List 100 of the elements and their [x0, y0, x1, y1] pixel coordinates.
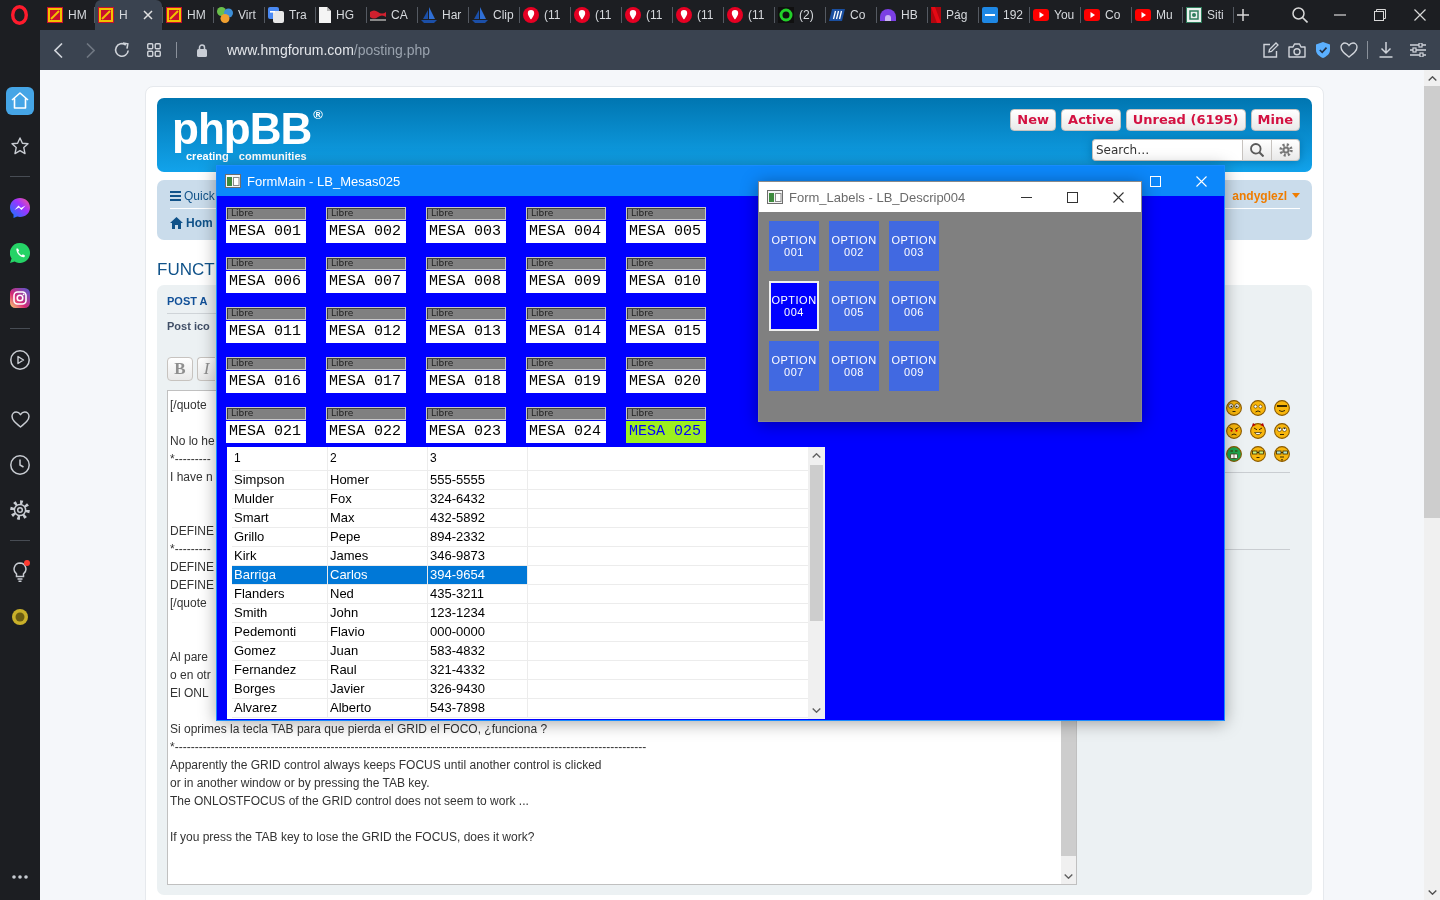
close-icon[interactable] [1112, 191, 1124, 203]
column-header[interactable]: 1 [232, 447, 328, 471]
browser-tab[interactable]: Har [418, 0, 468, 30]
search-icon[interactable] [1292, 7, 1308, 23]
shield-icon[interactable] [1316, 42, 1330, 58]
browser-tab[interactable]: (11 [622, 0, 672, 30]
column-header[interactable]: 2 [328, 447, 428, 471]
table-button[interactable]: MESA 025 [626, 421, 706, 443]
option-button[interactable]: OPTION 003 [889, 221, 939, 271]
reload-icon[interactable] [114, 42, 130, 58]
restore-icon[interactable] [1374, 9, 1386, 21]
browser-tab[interactable]: (2) [775, 0, 825, 30]
smiley-icon[interactable] [1274, 423, 1290, 439]
option-button[interactable]: OPTION 009 [889, 341, 939, 391]
option-button[interactable]: OPTION 001 [769, 221, 819, 271]
browser-tab[interactable]: 192 [979, 0, 1029, 30]
table-button[interactable]: MESA 009 [526, 271, 606, 293]
browser-tab[interactable]: Siti [1183, 0, 1233, 30]
scrollbar-thumb[interactable] [810, 465, 823, 621]
column-header[interactable]: 3 [428, 447, 528, 471]
scroll-up-icon[interactable] [1427, 75, 1437, 81]
table-button[interactable]: MESA 022 [326, 421, 406, 443]
quick-link-button[interactable]: Active [1061, 109, 1121, 131]
grid-icon[interactable] [147, 43, 161, 57]
smiley-icon[interactable] [1274, 446, 1290, 462]
browser-tab[interactable]: Mu [1132, 0, 1182, 30]
table-button[interactable]: MESA 003 [426, 221, 506, 243]
settings-button[interactable] [1272, 139, 1300, 161]
table-button[interactable]: MESA 002 [326, 221, 406, 243]
table-button[interactable]: MESA 020 [626, 371, 706, 393]
browser-tab[interactable]: (11 [673, 0, 723, 30]
quick-link-button[interactable]: Unread (6195) [1125, 109, 1246, 131]
home-link[interactable]: Hom [170, 216, 213, 230]
heart-icon[interactable] [1340, 42, 1358, 58]
scroll-down-icon[interactable] [1427, 889, 1437, 895]
sliders-icon[interactable] [1410, 43, 1426, 57]
edit-icon[interactable] [1263, 42, 1279, 58]
quick-link-button[interactable]: Mine [1250, 109, 1300, 131]
table-button[interactable]: MESA 011 [226, 321, 306, 343]
table-button[interactable]: MESA 015 [626, 321, 706, 343]
address-field[interactable]: www.hmgforum.com/posting.php [227, 42, 431, 58]
table-button[interactable]: MESA 008 [426, 271, 506, 293]
browser-tab[interactable]: HG [316, 0, 366, 30]
browser-tab[interactable]: Pág [928, 0, 978, 30]
option-button[interactable]: OPTION 007 [769, 341, 819, 391]
quick-links-menu[interactable]: Quick [170, 188, 215, 203]
browser-tab[interactable]: Tra [265, 0, 315, 30]
search-field[interactable]: Search… [1092, 139, 1242, 161]
back-icon[interactable] [53, 42, 63, 58]
browser-tab[interactable]: You [1030, 0, 1080, 30]
browser-tab[interactable]: Virt [214, 0, 264, 30]
option-button[interactable]: OPTION 008 [829, 341, 879, 391]
search-button[interactable] [1242, 139, 1272, 161]
browser-tab[interactable]: HM [163, 0, 213, 30]
scrollbar-thumb[interactable] [1424, 86, 1440, 518]
table-button[interactable]: MESA 010 [626, 271, 706, 293]
smiley-icon[interactable] [1274, 400, 1290, 416]
smiley-icon[interactable] [1250, 423, 1266, 439]
table-button[interactable]: MESA 014 [526, 321, 606, 343]
new-tab-icon[interactable] [1237, 9, 1249, 21]
ring-logo-icon[interactable] [10, 5, 28, 25]
maximize-icon[interactable] [1066, 191, 1078, 203]
table-button[interactable]: MESA 012 [326, 321, 406, 343]
option-button[interactable]: OPTION 002 [829, 221, 879, 271]
browser-tab[interactable]: (11 [724, 0, 774, 30]
table-button[interactable]: MESA 004 [526, 221, 606, 243]
table-button[interactable]: MESA 007 [326, 271, 406, 293]
table-button[interactable]: MESA 023 [426, 421, 506, 443]
smiley-icon[interactable] [1226, 446, 1242, 462]
browser-tab[interactable]: (11 [520, 0, 570, 30]
table-button[interactable]: MESA 005 [626, 221, 706, 243]
browser-tab[interactable]: Co [1081, 0, 1131, 30]
browser-tab[interactable]: (11 [571, 0, 621, 30]
download-icon[interactable] [1379, 42, 1393, 58]
table-button[interactable]: MESA 017 [326, 371, 406, 393]
scrollbar-thumb[interactable] [1061, 720, 1076, 856]
table-button[interactable]: MESA 024 [526, 421, 606, 443]
camera-icon[interactable] [1288, 42, 1306, 58]
browser-tab[interactable]: H [95, 0, 162, 30]
option-button[interactable]: OPTION 004 [769, 281, 819, 331]
smiley-icon[interactable] [1226, 423, 1242, 439]
table-button[interactable]: MESA 021 [226, 421, 306, 443]
option-button[interactable]: OPTION 005 [829, 281, 879, 331]
table-button[interactable]: MESA 018 [426, 371, 506, 393]
browser-tab[interactable]: CA [367, 0, 417, 30]
smiley-icon[interactable] [1226, 400, 1242, 416]
table-button[interactable]: MESA 019 [526, 371, 606, 393]
table-button[interactable]: MESA 001 [226, 221, 306, 243]
scroll-up-icon[interactable] [812, 453, 821, 458]
smiley-icon[interactable] [1250, 446, 1266, 462]
option-button[interactable]: OPTION 006 [889, 281, 939, 331]
scroll-down-icon[interactable] [812, 708, 821, 713]
quick-link-button[interactable]: New [1010, 109, 1057, 131]
minimize-icon[interactable] [1020, 196, 1032, 198]
scroll-down-icon[interactable] [1064, 873, 1073, 879]
browser-tab[interactable]: Co [826, 0, 876, 30]
browser-tab[interactable]: HM [44, 0, 94, 30]
browser-tab[interactable]: HB [877, 0, 927, 30]
table-button[interactable]: MESA 013 [426, 321, 506, 343]
sidebar-button[interactable] [6, 86, 34, 115]
